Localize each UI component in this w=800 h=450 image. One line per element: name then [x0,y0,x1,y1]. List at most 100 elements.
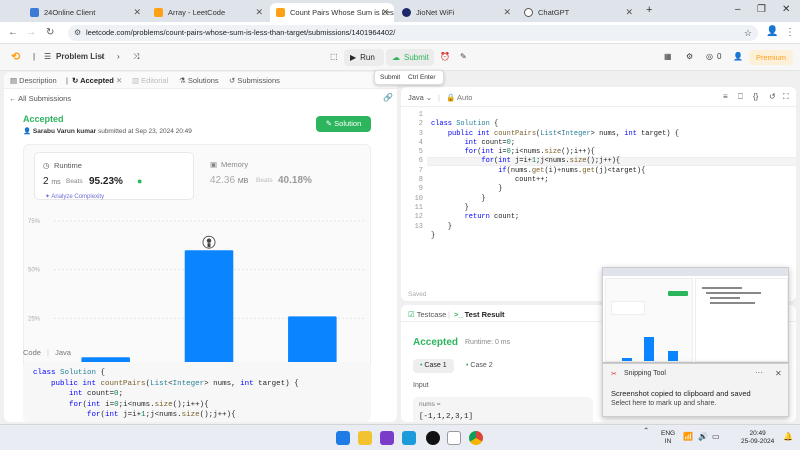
edge-icon[interactable] [402,431,416,445]
memory-chip-icon: ▣ [210,160,218,169]
leetcode-logo-icon[interactable]: ⟲ [11,50,20,63]
auto-mode-toggle[interactable]: 🔒 Auto [446,93,472,102]
browser-tab-array-leetcode[interactable]: Array - LeetCode ✕ [148,3,268,22]
code-line: class Solution { [33,369,106,377]
language-indicator[interactable]: ENG IN [661,430,675,446]
case-1-tab[interactable]: • Case 1 [413,359,454,373]
browser-tab-jionet[interactable]: JioNet WiFi ✕ [396,3,516,22]
thumb-bar [644,337,654,361]
snip-screenshot-thumbnail[interactable] [602,267,789,363]
submit-button[interactable]: ☁ Submit [386,49,434,66]
prev-problem-icon[interactable]: ‹ [101,52,104,61]
windows-start-icon[interactable] [336,431,350,445]
clock[interactable]: 20:49 25-09-2024 [741,430,774,446]
back-arrow-icon[interactable]: ← [8,27,18,38]
chart-bar-3ms[interactable] [288,316,337,367]
code-line: for(int j=i+1;j<nums.size();j++){ [87,411,236,419]
browser-tab-chatgpt[interactable]: ChatGPT ✕ [518,3,638,22]
problem-tabs: ▤ Description | ↻ Accepted ✕ ▥ Editorial… [4,72,397,89]
memory-label[interactable]: Memory [221,160,248,169]
analyze-complexity-link[interactable]: ✦ Analyze Complexity [45,193,104,200]
new-tab-button[interactable]: + [646,4,652,16]
layout-icon[interactable]: ▦ [664,52,672,61]
more-options-icon[interactable]: ··· [755,368,763,377]
input-nums-box: nums = [-1,1,2,3,1] [413,397,593,422]
fullscreen-icon[interactable]: ⛶ [783,92,789,102]
browser-tab-24online[interactable]: 24Online Client ✕ [24,3,146,22]
language-select[interactable]: Java ⌄ [408,93,432,102]
thumb-code-line [710,297,740,299]
battery-icon[interactable]: ▭ [712,432,720,441]
bookmark-icon[interactable]: ⎕ [738,92,743,102]
snipping-tool-notification[interactable]: ✂ Snipping Tool ··· ✕ Screenshot copied … [602,363,789,417]
submitted-code-block[interactable]: class Solution { public int countPairs(L… [23,362,371,422]
app-icon[interactable] [426,431,440,445]
browser-tab-count-pairs[interactable]: Count Pairs Whose Sum is Less ✕ [270,3,394,22]
runtime-box[interactable]: ◷ Runtime 2 ms Beats 95.23% ● ✦ Analyze … [34,152,194,200]
close-tab-icon[interactable]: ✕ [116,76,122,85]
all-submissions-link[interactable]: ← All Submissions [9,94,71,103]
settings-gear-icon[interactable]: ⚙ [686,52,693,61]
restore-icon[interactable]: ❐ [757,4,766,15]
browser-menu-icon[interactable]: ⋮ [785,27,795,38]
tab-close-icon[interactable]: ✕ [133,7,141,18]
profile-avatar-icon[interactable]: 👤 [766,26,778,37]
tab-description[interactable]: ▤ Description [10,76,57,85]
runtime-beats-value: 95.23% [89,176,123,187]
minimize-icon[interactable]: – [735,4,741,15]
tab-close-icon[interactable]: ✕ [381,7,389,18]
thumb-tabbar [603,268,788,276]
clock-icon: ◷ [43,161,50,170]
speaker-icon[interactable]: 🔊 [698,432,708,441]
window-close-icon[interactable]: ✕ [782,4,790,15]
tab-close-icon[interactable]: ✕ [625,7,633,18]
separator: | [33,52,36,61]
share-link-icon[interactable]: 🔗 [383,93,393,102]
author-name[interactable]: Sarabu Varun kumar [33,128,96,135]
editor-code[interactable]: class Solution { public int countPairs(L… [431,111,679,241]
site-info-icon[interactable]: ⚙ [74,25,81,41]
url-input[interactable]: ⚙ leetcode.com/problems/count-pairs-whos… [68,25,758,41]
format-icon[interactable]: ≡ [723,92,728,101]
notification-app-name: Snipping Tool [624,370,666,377]
notification-close-icon[interactable]: ✕ [775,369,782,378]
timer-icon[interactable]: ⏰ [440,52,450,61]
y-tick-label: 50% [28,268,41,274]
user-avatar-icon[interactable]: 👤 [733,52,743,61]
forward-arrow-icon[interactable]: → [26,27,36,38]
tab-test-result[interactable]: >_ Test Result [454,310,505,319]
notes-icon[interactable]: ✎ [460,52,467,61]
chart-bar-2ms[interactable] [184,250,234,367]
tab-editorial[interactable]: ▥ Editorial [132,76,168,85]
tab-accepted[interactable]: ↻ Accepted ✕ [72,76,122,85]
premium-button[interactable]: Premium [749,50,793,65]
tab-solutions[interactable]: ⚗ Solutions [179,76,219,85]
problem-list-icon[interactable]: ☰ [44,52,51,61]
solution-button[interactable]: ✎ Solution [316,116,371,132]
chrome-icon[interactable] [469,431,483,445]
tooltip-label: Submit [380,74,401,81]
file-explorer-icon[interactable] [358,431,372,445]
debug-icon[interactable]: ⬚ [330,52,338,61]
bookmark-star-icon[interactable]: ☆ [744,25,752,41]
case-2-tab[interactable]: • Case 2 [459,359,500,373]
wifi-icon[interactable]: 📶 [683,432,693,441]
tab-submissions[interactable]: ↺ Submissions [229,76,280,85]
reset-icon[interactable]: ↺ [769,92,776,101]
problem-list-link[interactable]: Problem List [56,52,104,61]
notification-bell-icon[interactable]: 🔔 [783,432,793,441]
tab-close-icon[interactable]: ✕ [255,7,263,18]
pencil-icon: ✎ [325,119,333,128]
app-icon[interactable] [447,431,461,445]
braces-icon[interactable]: {} [753,92,758,101]
reload-icon[interactable]: ↻ [46,27,54,38]
thumb-solution-button [668,291,688,296]
shuffle-icon[interactable]: ⤨ [133,52,139,62]
tab-testcase[interactable]: ☑ Testcase [408,310,446,319]
tab-close-icon[interactable]: ✕ [503,7,511,18]
code-label: Code [23,348,41,357]
next-problem-icon[interactable]: › [117,52,120,61]
run-button[interactable]: ▶ Run [344,49,384,66]
app-icon[interactable] [380,431,394,445]
chevron-up-icon[interactable]: ⌃ [643,426,649,435]
